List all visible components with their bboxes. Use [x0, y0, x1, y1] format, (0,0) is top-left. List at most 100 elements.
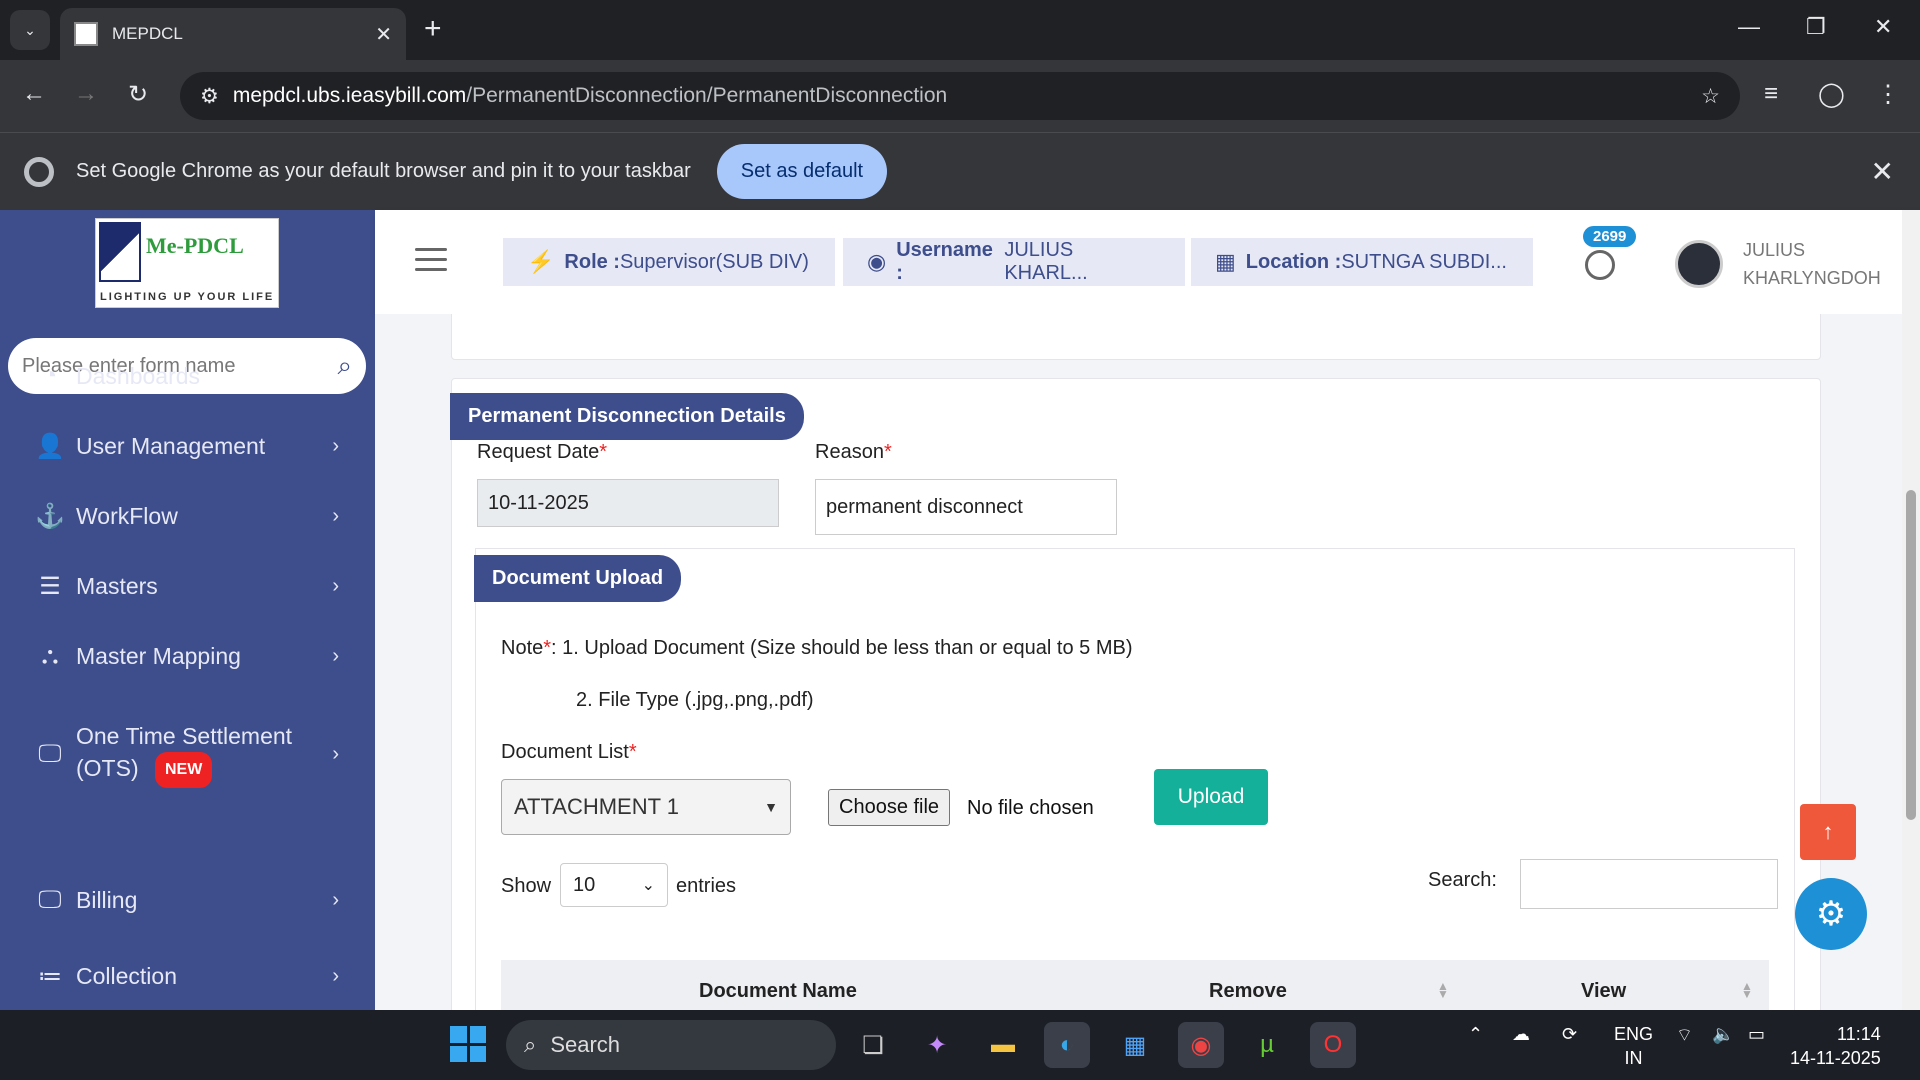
menu-dots-icon[interactable]: ⋮ — [1876, 80, 1900, 109]
search-icon: ⌕ — [524, 1032, 537, 1057]
address-bar[interactable]: ⚙ mepdcl.ubs.ieasybill.com/PermanentDisc… — [180, 72, 1740, 120]
browser-tab[interactable]: MEPDCL ✕ — [60, 8, 406, 60]
sidebar-item-label: Masters — [76, 572, 158, 599]
minimize-icon[interactable]: — — [1738, 14, 1760, 40]
cloud-off-icon[interactable]: ☁ — [1512, 1024, 1530, 1045]
utorrent-icon[interactable]: µ — [1244, 1022, 1290, 1068]
back-icon[interactable]: ← — [22, 80, 46, 108]
store-icon[interactable]: ▦ — [1112, 1022, 1158, 1068]
chevron-right-icon: › — [332, 574, 339, 597]
taskbar-clock[interactable]: 11:14 14-11-2025 — [1790, 1022, 1881, 1070]
sort-icon[interactable]: ▲ ▼ — [1741, 980, 1753, 1000]
settings-gear-icon[interactable]: ⚙ — [1795, 878, 1867, 950]
site-favicon-icon — [74, 22, 98, 46]
edge-icon[interactable]: ◐ — [1044, 1022, 1090, 1068]
infobar-close-icon[interactable]: ✕ — [1871, 155, 1894, 188]
chevron-right-icon: › — [332, 644, 339, 667]
documents-table-header: Document Name Remove ▲ ▼ View ▲ ▼ — [501, 960, 1769, 1010]
media-control-icon[interactable]: ≡ — [1764, 80, 1778, 108]
window-close-icon[interactable]: ✕ — [1874, 14, 1892, 40]
sidebar-item-user-management[interactable]: 👤 User Management › — [0, 420, 375, 472]
windows-start-icon[interactable] — [450, 1026, 486, 1062]
copilot-icon[interactable]: ✦ — [914, 1022, 960, 1068]
company-logo[interactable]: Me-PDCL LIGHTING UP YOUR LIFE — [95, 218, 279, 308]
col-document-name[interactable]: Document Name — [699, 980, 857, 1003]
user-name[interactable]: JULIUS KHARLYNGDOH — [1743, 236, 1881, 292]
sidebar-item-label: Billing — [76, 886, 138, 913]
chevron-right-icon: › — [332, 504, 339, 527]
scrollbar-thumb[interactable] — [1906, 490, 1916, 820]
set-default-button[interactable]: Set as default — [716, 144, 888, 199]
volume-icon[interactable]: 🔈 — [1712, 1024, 1734, 1045]
sort-icon[interactable]: ▲ ▼ — [1437, 980, 1449, 1000]
sidebar-item-billing[interactable]: 🖵 Billing › — [0, 874, 375, 926]
sidebar-item-workflow[interactable]: ⚓ WorkFlow › — [0, 490, 375, 542]
opera-icon[interactable]: O — [1310, 1022, 1356, 1068]
sidebar-item-collection[interactable]: ≔ Collection › — [0, 950, 375, 1002]
battery-icon[interactable]: ▭ — [1748, 1024, 1765, 1045]
task-view-icon[interactable]: ❏ — [850, 1022, 896, 1068]
profile-icon[interactable]: ◯ — [1818, 80, 1845, 109]
bookmark-star-icon[interactable]: ☆ — [1701, 84, 1720, 109]
site-info-icon[interactable]: ⚙ — [200, 84, 219, 109]
reload-icon[interactable]: ↻ — [128, 80, 148, 109]
new-tab-icon[interactable]: + — [424, 12, 442, 46]
request-date-input[interactable]: 10-11-2025 — [477, 479, 779, 527]
avatar[interactable] — [1675, 240, 1723, 288]
sitemap-icon: ⛬ — [41, 642, 59, 669]
forward-icon[interactable]: → — [74, 80, 98, 108]
taskbar-search[interactable]: ⌕ Search — [506, 1020, 836, 1070]
username-pill: ◉ Username : JULIUS KHARL... — [843, 238, 1185, 286]
col-remove[interactable]: Remove — [1209, 980, 1287, 1003]
sidebar-item-ots[interactable]: 🖵 One Time Settlement (OTS) NEW › — [0, 706, 375, 802]
document-list-label: Document List* — [501, 741, 637, 763]
chevron-right-icon: › — [332, 742, 339, 765]
upload-button[interactable]: Upload — [1154, 769, 1268, 825]
previous-card — [451, 314, 1821, 360]
tab-close-icon[interactable]: ✕ — [375, 22, 392, 47]
tab-search-dropdown-icon[interactable]: ⌄ — [10, 10, 50, 50]
table-search-input[interactable] — [1520, 859, 1778, 909]
sidebar-item-label: Master Mapping — [76, 642, 241, 669]
sidebar-item-label: Dashboards — [76, 362, 201, 389]
wifi-icon[interactable]: ⌔ — [1676, 1024, 1693, 1047]
chevron-right-icon: › — [332, 434, 339, 457]
sidebar-item-master-mapping[interactable]: ⛬ Master Mapping › — [0, 630, 375, 682]
file-explorer-icon[interactable]: ▬ — [980, 1022, 1026, 1068]
document-list-value: ATTACHMENT 1 — [514, 794, 680, 819]
table-search-label: Search: — [1428, 869, 1497, 891]
upload-section-title: Document Upload — [474, 555, 682, 602]
show-hidden-icons-icon[interactable]: ⌃ — [1468, 1024, 1483, 1045]
user-icon: 👤 — [35, 432, 65, 460]
scroll-to-top-button[interactable]: ↑ — [1800, 804, 1856, 860]
page-scrollbar[interactable] — [1902, 210, 1920, 1010]
document-list-select[interactable]: ATTACHMENT 1 ▼ — [501, 779, 791, 835]
sidebar-item-masters[interactable]: ☰ Masters › — [0, 560, 375, 612]
chrome-icon[interactable]: ◉ — [1178, 1022, 1224, 1068]
lang-code: ENG — [1614, 1024, 1654, 1044]
region-code: IN — [1624, 1048, 1643, 1068]
language-indicator[interactable]: ENG IN — [1614, 1022, 1653, 1070]
hamburger-menu-icon[interactable] — [415, 248, 447, 272]
col-view[interactable]: View — [1581, 980, 1626, 1003]
restore-icon[interactable]: ❐ — [1806, 14, 1826, 40]
entries-length-select[interactable]: 10 ⌄ — [560, 863, 668, 907]
show-label: Show — [501, 875, 552, 897]
history-clock-icon[interactable] — [1585, 250, 1615, 280]
monitor-icon: 🖵 — [38, 886, 62, 913]
monitor-icon: 🖵 — [38, 740, 62, 767]
username-label: Username : — [896, 239, 993, 284]
browser-toolbar: ← → ↻ ⚙ mepdcl.ubs.ieasybill.com/Permane… — [0, 60, 1920, 132]
logo-mark-icon — [99, 222, 141, 282]
sidebar-item-dashboards[interactable]: ◔ Dashboards — [0, 350, 375, 402]
reason-input[interactable]: permanent disconnect — [815, 479, 1117, 535]
sync-icon[interactable]: ⟳ — [1562, 1024, 1577, 1045]
taskbar-search-label: Search — [550, 1032, 621, 1057]
reason-label: Reason* — [815, 441, 892, 463]
location-label: Location : — [1245, 250, 1342, 273]
user-last-name: KHARLYNGDOH — [1743, 268, 1881, 288]
chrome-logo-icon — [24, 156, 54, 187]
sidebar-item-label: User Management — [76, 432, 266, 459]
choose-file-button[interactable]: Choose file — [828, 789, 951, 826]
dashboard-icon: ◔ — [42, 362, 58, 389]
